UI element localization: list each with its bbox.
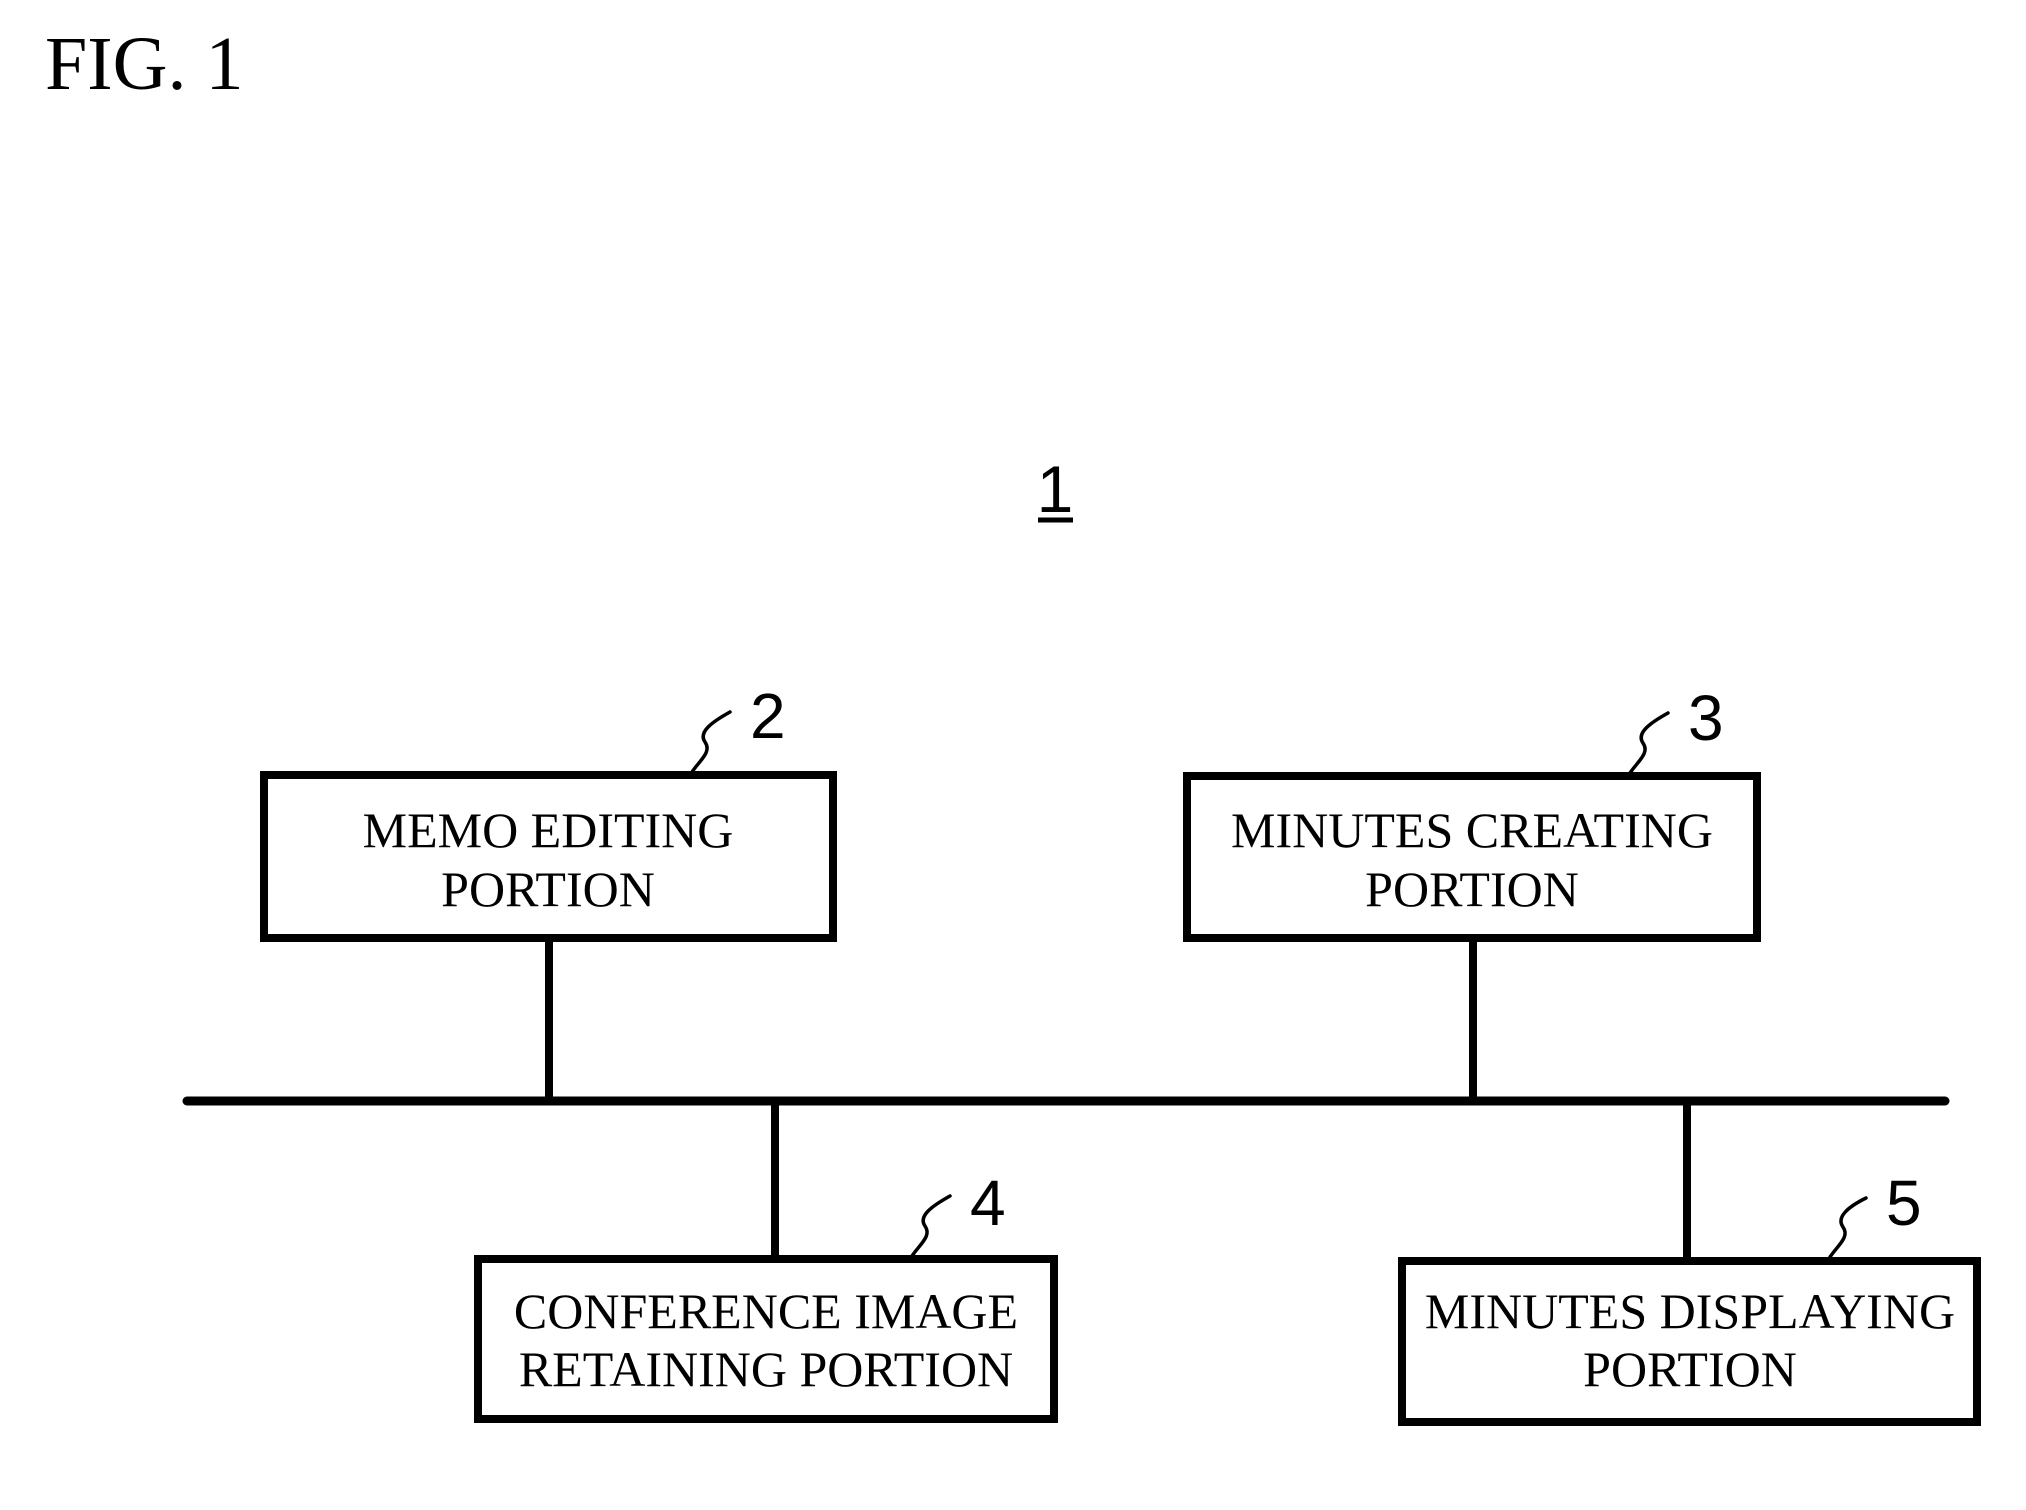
figure-title: FIG. 1 (45, 22, 243, 106)
component-memo-editing-portion: MEMO EDITING PORTION 2 (260, 680, 837, 942)
reference-numeral: 3 (1688, 682, 1724, 754)
leader-line (1628, 711, 1670, 775)
box-label-line-2: RETAINING PORTION (519, 1341, 1013, 1397)
component-conference-image-retaining-portion: CONFERENCE IMAGE RETAINING PORTION 4 (474, 1167, 1058, 1423)
box-label-line-1: MINUTES CREATING (1231, 802, 1713, 858)
system-reference-numeral: 1 (1037, 452, 1074, 526)
leader-line (690, 710, 732, 774)
box-label-line-1: MEMO EDITING (363, 802, 734, 858)
leader-line (910, 1194, 952, 1258)
reference-numeral: 2 (750, 680, 786, 752)
box-label-line-1: CONFERENCE IMAGE (514, 1283, 1018, 1339)
component-minutes-creating-portion: MINUTES CREATING PORTION 3 (1183, 682, 1761, 942)
block-diagram: FIG. 1 1 MEMO EDITING PORTION 2 MINUTES … (45, 22, 1981, 1426)
box-label-line-2: PORTION (441, 861, 655, 917)
reference-numeral: 4 (970, 1167, 1006, 1239)
box-label-line-1: MINUTES DISPLAYING (1425, 1283, 1955, 1339)
reference-numeral: 5 (1886, 1167, 1922, 1239)
box-label-line-2: PORTION (1365, 861, 1579, 917)
leader-line (1828, 1196, 1868, 1259)
box-label-line-2: PORTION (1583, 1341, 1797, 1397)
